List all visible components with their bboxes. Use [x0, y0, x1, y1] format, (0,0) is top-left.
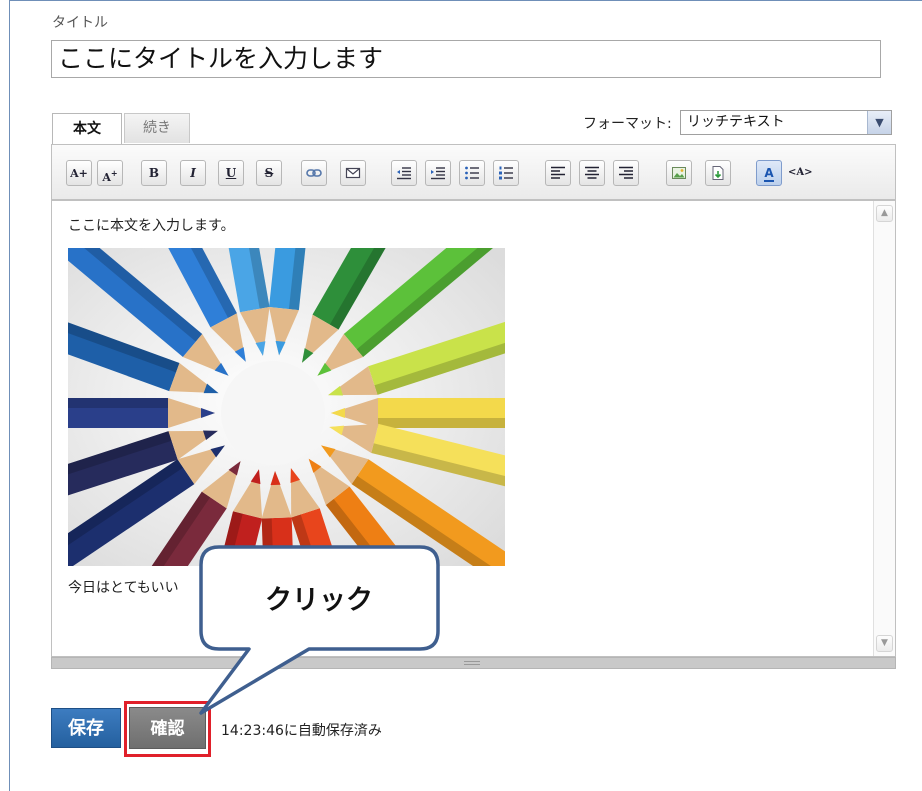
title-label: タイトル	[52, 15, 108, 31]
editor-scrollbar[interactable]: ▲ ▼	[873, 201, 895, 656]
scroll-up-icon[interactable]: ▲	[876, 205, 893, 222]
confirm-button[interactable]: 確認	[129, 707, 206, 749]
outdent-icon[interactable]	[391, 160, 417, 186]
text-color-icon[interactable]: A	[756, 160, 782, 186]
colored-pencils-image	[68, 248, 505, 566]
align-center-icon[interactable]	[579, 160, 605, 186]
tab-body[interactable]: 本文	[52, 113, 122, 145]
tab-continuation[interactable]: 続き	[124, 113, 190, 143]
editor-resize-handle[interactable]	[51, 657, 896, 669]
format-label: フォーマット:	[583, 116, 672, 132]
link-icon[interactable]	[301, 160, 327, 186]
underline-icon[interactable]: U	[218, 160, 244, 186]
email-icon[interactable]	[340, 160, 366, 186]
bold-icon[interactable]: B	[141, 160, 167, 186]
align-left-icon[interactable]	[545, 160, 571, 186]
autosave-status: 14:23:46に自動保存済み	[221, 723, 382, 739]
insert-image-icon[interactable]	[666, 160, 692, 186]
format-select[interactable]: リッチテキスト ▼	[680, 110, 892, 135]
format-selected-value: リッチテキスト	[687, 114, 785, 130]
editor-text-line-2: 今日はとてもいい	[68, 580, 179, 596]
rich-text-editor[interactable]: ここに本文を入力します。 今日はとてもいい ▲ ▼	[51, 200, 896, 657]
numbered-list-icon[interactable]	[493, 160, 519, 186]
italic-icon[interactable]: I	[180, 160, 206, 186]
html-source-icon[interactable]: <A>	[787, 160, 813, 186]
editor-toolbar: A+ A+ B I U S A <A>	[51, 144, 896, 200]
font-size-decrease-icon[interactable]: A+	[97, 160, 123, 186]
save-button[interactable]: 保存	[51, 708, 121, 748]
indent-icon[interactable]	[425, 160, 451, 186]
font-size-increase-icon[interactable]: A+	[66, 160, 92, 186]
strikethrough-icon[interactable]: S	[256, 160, 282, 186]
scroll-down-icon[interactable]: ▼	[876, 635, 893, 652]
bullet-list-icon[interactable]	[459, 160, 485, 186]
align-right-icon[interactable]	[613, 160, 639, 186]
callout-label: クリック	[265, 585, 373, 616]
insert-file-icon[interactable]	[705, 160, 731, 186]
chevron-down-icon[interactable]: ▼	[867, 111, 891, 134]
click-callout	[199, 545, 440, 715]
grip-icon	[464, 661, 480, 665]
title-input[interactable]: ここにタイトルを入力します	[51, 40, 881, 78]
editor-text-line-1: ここに本文を入力します。	[68, 218, 235, 234]
